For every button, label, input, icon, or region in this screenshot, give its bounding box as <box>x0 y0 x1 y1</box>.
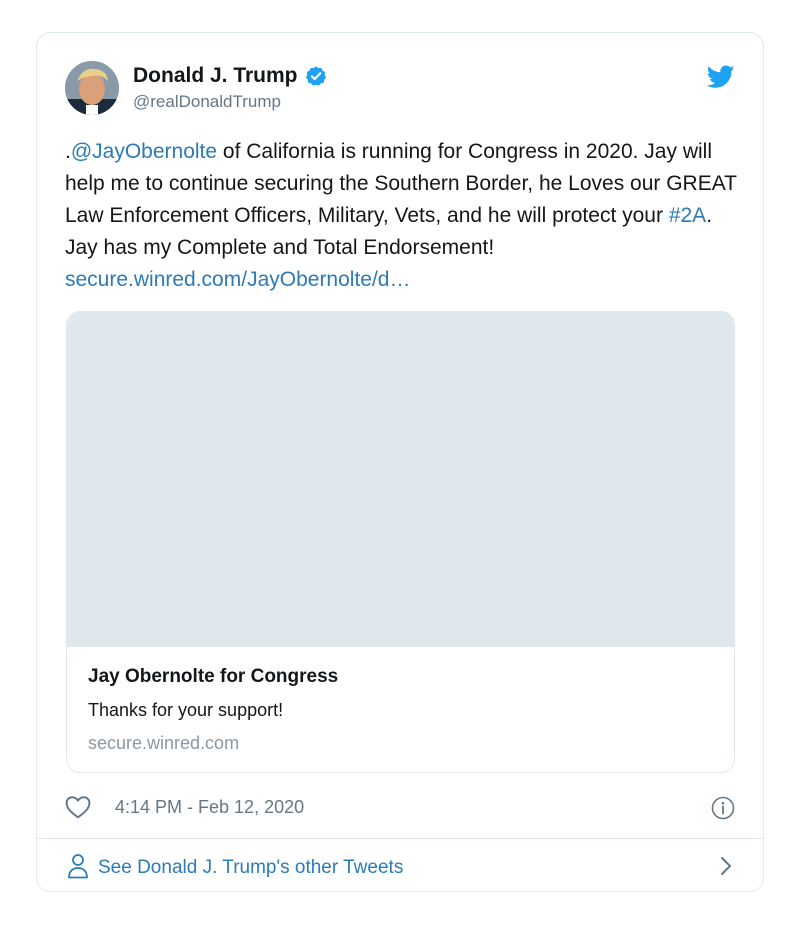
author-names: Donald J. Trump @realDonaldTrump <box>133 63 327 112</box>
person-icon <box>68 854 88 879</box>
link-preview-card[interactable]: Jay Obernolte for Congress Thanks for yo… <box>66 311 735 773</box>
verified-badge-icon <box>305 66 326 86</box>
link-preview-description: Thanks for your support! <box>88 700 284 720</box>
link-preview-image[interactable] <box>67 312 734 647</box>
twitter-bird-icon[interactable] <box>707 65 735 89</box>
tweet-header: Donald J. Trump @realDonaldTrump <box>65 61 735 121</box>
heart-icon[interactable] <box>65 795 91 819</box>
tweet-text: .@JayObernolte of California is running … <box>65 136 745 296</box>
chevron-right-icon[interactable] <box>719 855 733 877</box>
url-link[interactable]: secure.winred.com/JayObernolte/d… <box>65 268 411 291</box>
timestamp[interactable]: 4:14 PM - Feb 12, 2020 <box>115 797 304 818</box>
display-name[interactable]: Donald J. Trump <box>133 64 298 88</box>
info-icon[interactable] <box>711 796 735 820</box>
link-preview-domain: secure.winred.com <box>88 733 240 753</box>
avatar-image <box>65 61 119 115</box>
handle[interactable]: @realDonaldTrump <box>133 92 327 112</box>
avatar[interactable] <box>65 61 119 115</box>
tweet-embed-card: Donald J. Trump @realDonaldTrump .@JayOb… <box>36 32 764 892</box>
mention-link[interactable]: @JayObernolte <box>71 140 217 163</box>
link-preview-title: Jay Obernolte for Congress <box>88 666 339 687</box>
hashtag-link[interactable]: #2A <box>669 204 706 227</box>
other-tweets-link[interactable]: See Donald J. Trump's other Tweets <box>65 839 735 893</box>
tweet-meta: 4:14 PM - Feb 12, 2020 <box>65 793 735 823</box>
other-tweets-label[interactable]: See Donald J. Trump's other Tweets <box>98 857 403 879</box>
